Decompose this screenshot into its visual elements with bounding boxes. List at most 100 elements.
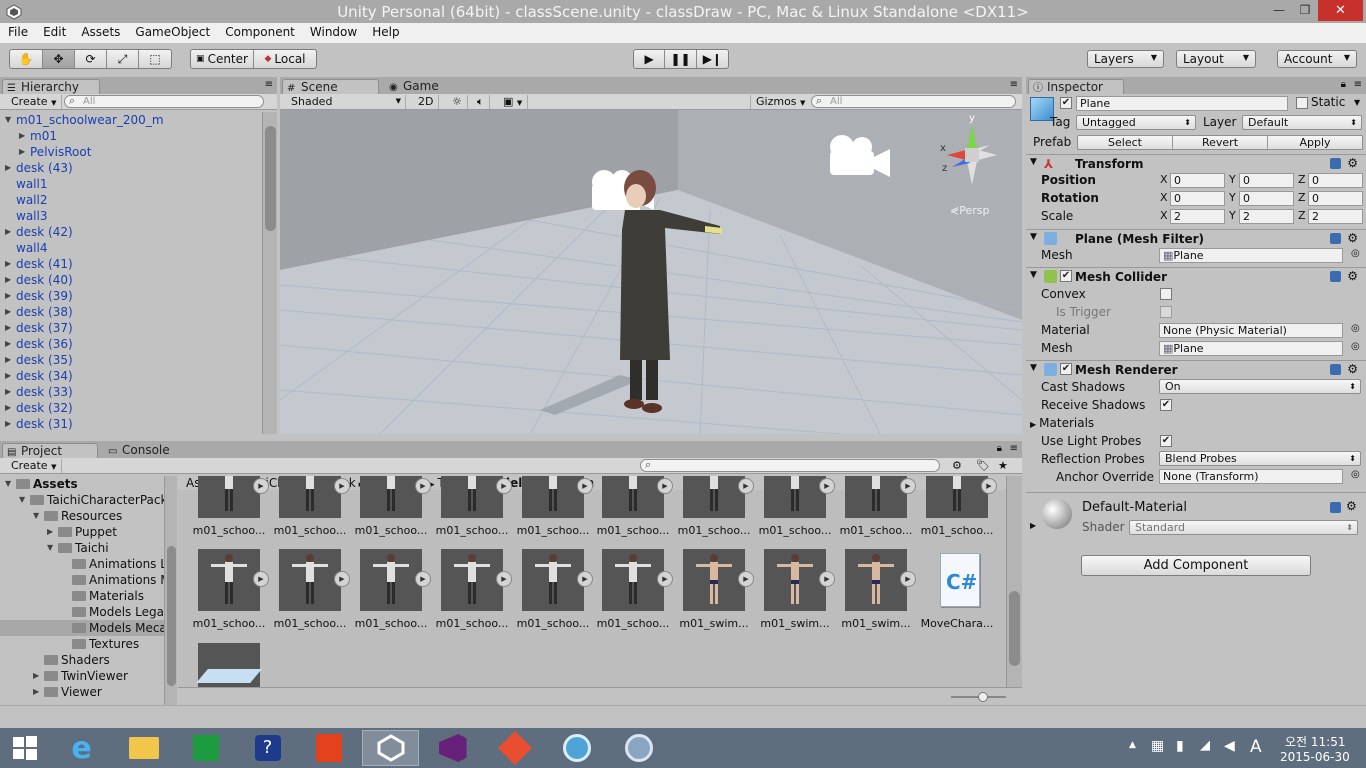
preview-play-icon[interactable]: ▶ (738, 478, 754, 494)
preview-play-icon[interactable]: ▶ (981, 478, 997, 494)
scale-z-field[interactable]: 2 (1308, 209, 1363, 224)
prefab-revert-button[interactable]: Revert (1173, 136, 1268, 149)
menu-gameobject[interactable]: GameObject (127, 23, 217, 39)
project-folder-item[interactable]: ▼ Resources (0, 508, 168, 524)
expand-arrow-closed-icon[interactable]: ▶ (5, 320, 11, 336)
play-button[interactable]: ▶ (634, 50, 666, 68)
network-icon[interactable]: ◢ (1200, 738, 1210, 753)
tray-expand-icon[interactable]: ▲ (1129, 740, 1136, 750)
clock-date[interactable]: 2015-06-30 (1280, 750, 1350, 764)
asset-thumbnail[interactable]: ▶ (845, 549, 916, 611)
expand-arrow-open-icon[interactable]: ▼ (19, 492, 25, 508)
expand-arrow-closed-icon[interactable]: ▶ (5, 272, 11, 288)
hierarchy-item[interactable]: wall2 (0, 192, 262, 208)
hierarchy-item[interactable]: wall3 (0, 208, 262, 224)
expand-arrow-open-icon[interactable]: ▼ (5, 476, 11, 492)
static-checkbox[interactable] (1296, 97, 1308, 109)
rotation-z-field[interactable]: 0 (1308, 191, 1363, 206)
reflection-probes-dropdown[interactable]: Blend Probes ⬍ (1159, 451, 1361, 466)
preview-play-icon[interactable]: ▶ (819, 478, 835, 494)
preview-play-icon[interactable]: ▶ (819, 571, 835, 587)
panel-menu-icon[interactable]: ≡ (1010, 443, 1018, 454)
hierarchy-item[interactable]: ▶ PelvisRoot (0, 144, 262, 160)
object-picker-icon[interactable]: ◎ (1351, 248, 1360, 259)
asset-label[interactable]: MoveChara... (920, 617, 994, 630)
asset-label[interactable]: m01_schoo... (354, 617, 428, 630)
volume-icon[interactable]: ◀ (1224, 738, 1235, 754)
project-folder-item[interactable]: Animations Le (0, 556, 174, 572)
expand-arrow-closed-icon[interactable]: ▶ (5, 352, 11, 368)
receive-shadows-checkbox[interactable] (1160, 399, 1172, 411)
hierarchy-item[interactable]: ▶ desk (32) (0, 400, 262, 416)
rotation-x-field[interactable]: 0 (1170, 191, 1225, 206)
asset-thumbnail[interactable]: ▶ (198, 549, 269, 611)
use-light-probes-checkbox[interactable] (1160, 435, 1172, 447)
preview-play-icon[interactable]: ▶ (657, 571, 673, 587)
preview-play-icon[interactable]: ▶ (738, 571, 754, 587)
expand-arrow-closed-icon[interactable]: ▶ (5, 224, 11, 240)
asset-thumbnail[interactable]: ▶ (602, 476, 673, 518)
expand-arrow-open-icon[interactable]: ▼ (33, 508, 39, 524)
position-y-field[interactable]: 0 (1239, 173, 1294, 188)
help-book-icon[interactable] (1330, 364, 1341, 375)
zoom-slider-handle[interactable] (978, 692, 988, 702)
scale-x-field[interactable]: 2 (1170, 209, 1225, 224)
expand-arrow-closed-icon[interactable]: ▶ (33, 668, 39, 684)
asset-thumbnail[interactable]: ▶ (683, 549, 754, 611)
hierarchy-item[interactable]: ▶ desk (39) (0, 288, 262, 304)
2d-toggle[interactable]: 2D (413, 95, 440, 109)
tab-scene[interactable]: # Scene (282, 79, 379, 94)
help-book-icon[interactable] (1330, 271, 1341, 282)
preview-play-icon[interactable]: ▶ (253, 571, 269, 587)
asset-label[interactable]: m01_swim... (677, 617, 751, 630)
asset-label[interactable]: m01_swim... (839, 617, 913, 630)
layers-dropdown[interactable]: Layers ▼ (1087, 50, 1164, 68)
gear-icon[interactable]: ⚙ (1347, 231, 1358, 245)
scene-search-input[interactable]: All (811, 95, 1016, 108)
expand-arrow-closed-icon[interactable]: ▶ (5, 400, 11, 416)
preview-play-icon[interactable]: ▶ (415, 571, 431, 587)
asset-label[interactable]: m01_schoo... (273, 524, 347, 537)
project-folder-item[interactable]: ▼ TaichiCharacterPack (0, 492, 168, 508)
object-picker-icon[interactable]: ◎ (1351, 323, 1360, 334)
scrollbar-thumb[interactable] (1009, 591, 1020, 666)
menu-help[interactable]: Help (364, 23, 406, 39)
scene-viewport[interactable]: y x z ⋞Persp (280, 110, 1022, 434)
project-folder-item[interactable]: Shaders (0, 652, 168, 668)
close-button[interactable]: ✕ (1318, 0, 1363, 21)
expand-arrow-closed-icon[interactable]: ▶ (19, 128, 25, 144)
collider-material-field[interactable]: None (Physic Material) (1159, 323, 1343, 338)
tab-project[interactable]: ▤ Project (2, 443, 98, 458)
mesh-filter-mesh-field[interactable]: ▦Plane (1159, 248, 1343, 263)
hierarchy-search-input[interactable]: All (64, 95, 264, 108)
asset-thumbnail[interactable]: ▶ (279, 549, 350, 611)
collider-mesh-field[interactable]: ▦Plane (1159, 341, 1343, 356)
rotate-tool-button[interactable]: ⟳ (75, 50, 107, 68)
menu-component[interactable]: Component (217, 23, 302, 39)
hierarchy-item[interactable]: ▶ desk (33) (0, 384, 262, 400)
folder-tree-scrollbar[interactable] (164, 476, 177, 705)
start-button[interactable] (0, 730, 50, 766)
persp-label[interactable]: ⋞Persp (950, 204, 989, 217)
asset-thumbnail[interactable]: ▶ (360, 476, 431, 518)
asset-thumbnail[interactable]: ▶ (522, 476, 593, 518)
asset-thumbnail[interactable]: ▶ (360, 549, 431, 611)
battery-icon[interactable]: ▮ (1176, 738, 1184, 754)
hierarchy-item[interactable]: wall1 (0, 176, 262, 192)
expand-arrow-closed-icon[interactable]: ▶ (33, 684, 39, 700)
asset-label[interactable]: m01_schoo... (435, 617, 509, 630)
asset-thumbnail[interactable]: ▶ (683, 476, 754, 518)
expand-arrow-open-icon[interactable]: ▼ (47, 540, 53, 556)
expand-arrow-closed-icon[interactable]: ▶ (5, 384, 11, 400)
asset-label[interactable]: m01_schoo... (354, 524, 428, 537)
filter-label-icon[interactable]: 🏷︎ (976, 459, 990, 472)
expand-arrow-closed-icon[interactable]: ▶ (5, 160, 11, 176)
account-dropdown[interactable]: Account ▼ (1277, 50, 1357, 68)
mesh-renderer-header[interactable]: ▼ Mesh Renderer ⚙ (1026, 360, 1366, 378)
move-tool-button[interactable]: ✥ (43, 50, 75, 68)
scrollbar-thumb[interactable] (265, 126, 276, 231)
gear-icon[interactable]: ⚙ (1347, 362, 1358, 376)
asset-label[interactable]: m01_schoo... (596, 617, 670, 630)
object-name-field[interactable]: Plane (1076, 96, 1288, 111)
position-x-field[interactable]: 0 (1170, 173, 1225, 188)
